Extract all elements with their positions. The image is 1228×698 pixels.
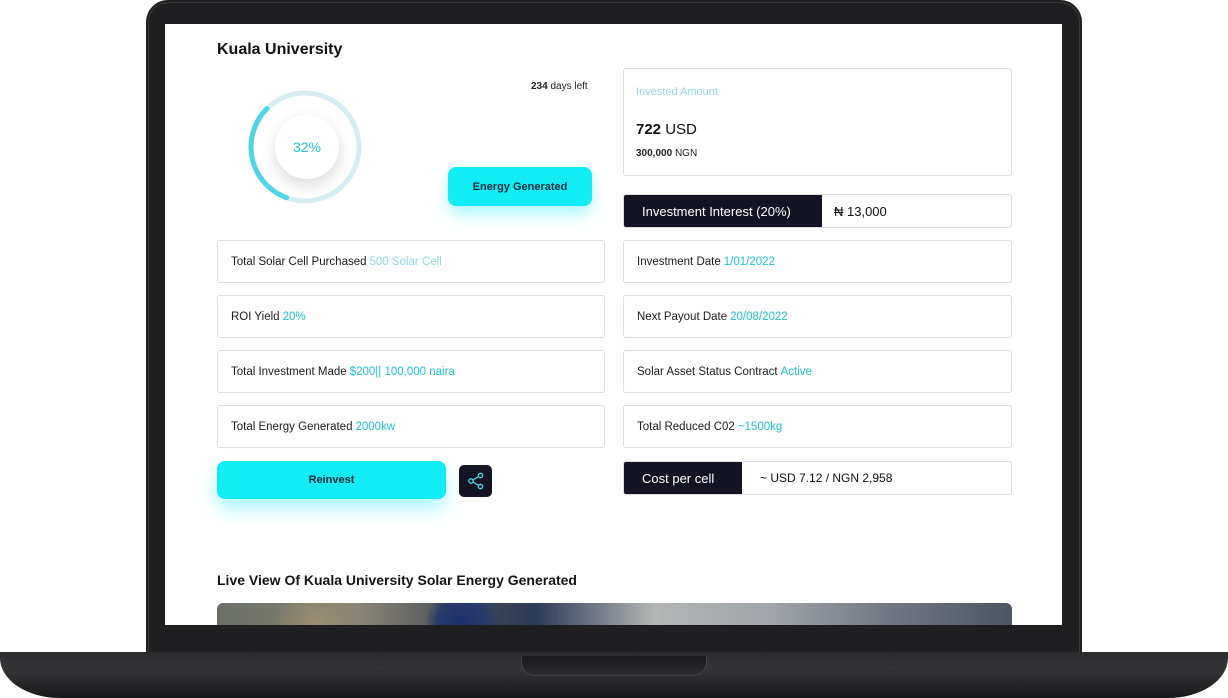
- live-view-title: Live View Of Kuala University Solar Ener…: [217, 572, 577, 588]
- invested-ngn-unit: NGN: [674, 148, 698, 159]
- cost-per-cell-label: Cost per cell: [624, 462, 742, 494]
- investment-interest-value: ₦ 13,000: [834, 203, 887, 219]
- invested-amount-ngn: 300,000 NGN: [636, 148, 697, 159]
- row-label: Total Reduced C02: [637, 420, 735, 433]
- row-total-investment: Total Investment Made $200|| 100,000 nai…: [217, 350, 605, 393]
- laptop-screen: Kuala University 234 days left 32% Energ…: [165, 24, 1062, 625]
- row-label: Total Energy Generated: [231, 420, 353, 433]
- row-next-payout: Next Payout Date 20/08/2022: [623, 295, 1012, 338]
- row-value: 500 Solar Cell: [369, 255, 442, 268]
- invested-amount-usd: 722 USD: [636, 121, 697, 138]
- row-label: ROI Yield: [231, 310, 280, 323]
- row-label: Total Solar Cell Purchased: [231, 255, 367, 268]
- row-value: Active: [780, 365, 812, 378]
- row-label: Total Investment Made: [231, 365, 347, 378]
- row-label: Investment Date: [637, 255, 721, 268]
- row-label: Solar Asset Status Contract: [637, 365, 778, 378]
- energy-generated-button[interactable]: Energy Generated: [448, 167, 592, 206]
- reinvest-button[interactable]: Reinvest: [217, 461, 446, 499]
- row-asset-status: Solar Asset Status Contract Active: [623, 350, 1012, 393]
- invested-ngn-value: 300,000: [636, 148, 673, 159]
- row-roi-yield: ROI Yield 20%: [217, 295, 605, 338]
- row-value: 20%: [282, 310, 306, 323]
- laptop-notch: [521, 656, 707, 676]
- days-left-text: days left: [550, 81, 588, 92]
- page-title: Kuala University: [217, 41, 343, 58]
- days-left-number: 234: [531, 81, 548, 92]
- live-view-shade: [417, 603, 507, 625]
- row-value: ~1500kg: [737, 420, 783, 433]
- row-label: Next Payout Date: [637, 310, 728, 323]
- share-button[interactable]: [459, 465, 492, 497]
- progress-percent: 32%: [275, 115, 339, 179]
- row-total-solar-cell: Total Solar Cell Purchased 500 Solar Cel…: [217, 240, 605, 283]
- invested-amount-card: Invested Amount 722 USD 300,000 NGN: [623, 68, 1012, 176]
- live-view-shade: [257, 603, 377, 625]
- invested-amount-label: Invested Amount: [636, 86, 718, 98]
- row-value: 1/01/2022: [723, 255, 775, 268]
- invested-usd-unit: USD: [665, 121, 697, 138]
- cost-per-cell-bar: Cost per cell ~ USD 7.12 / NGN 2,958: [623, 461, 1012, 495]
- share-icon: [467, 472, 483, 490]
- live-view-image[interactable]: [217, 603, 1012, 625]
- investment-interest-label: Investment Interest (20%): [624, 195, 822, 227]
- row-value: $200|| 100,000 naira: [349, 365, 455, 378]
- row-investment-date: Investment Date 1/01/2022: [623, 240, 1012, 283]
- row-value: 2000kw: [355, 420, 396, 433]
- days-left: 234 days left: [531, 81, 588, 92]
- row-value: 20/08/2022: [730, 310, 788, 323]
- invested-usd-value: 722: [636, 121, 662, 138]
- row-reduced-co2: Total Reduced C02 ~1500kg: [623, 405, 1012, 448]
- investment-interest-bar: Investment Interest (20%) ₦ 13,000: [623, 194, 1012, 228]
- cost-per-cell-value: ~ USD 7.12 / NGN 2,958: [760, 471, 893, 485]
- row-total-energy: Total Energy Generated 2000kw: [217, 405, 605, 448]
- laptop-lid: Kuala University 234 days left 32% Energ…: [146, 0, 1082, 660]
